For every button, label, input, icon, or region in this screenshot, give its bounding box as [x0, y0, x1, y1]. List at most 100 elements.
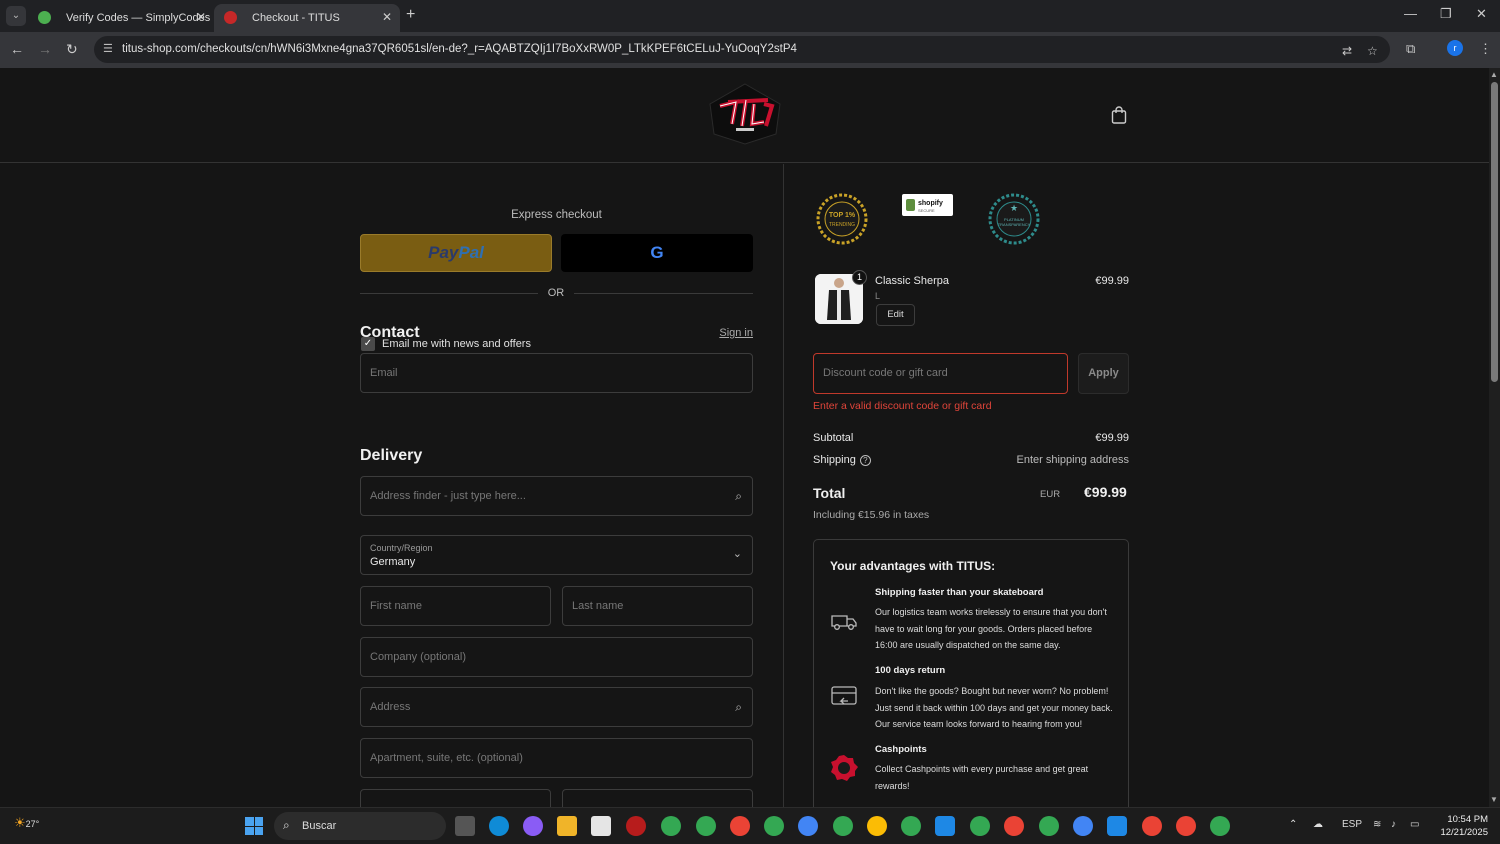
app-icon[interactable]: [1107, 816, 1127, 836]
svg-text:TRENDING: TRENDING: [829, 222, 855, 228]
chrome-icon[interactable]: [1176, 816, 1196, 836]
country-label: Country/Region: [370, 543, 433, 553]
chrome-icon[interactable]: [661, 816, 681, 836]
address-finder-input[interactable]: Address finder - just type here... ⌕: [360, 476, 753, 516]
address-field[interactable]: Address ⌕: [360, 687, 753, 727]
paypal-button[interactable]: PayPal: [360, 234, 552, 272]
company-field[interactable]: Company (optional): [360, 637, 753, 677]
scrollbar-thumb[interactable]: [1491, 82, 1498, 382]
close-tab-icon[interactable]: ✕: [382, 10, 392, 24]
chrome-icon[interactable]: [970, 816, 990, 836]
copilot-icon[interactable]: [523, 816, 543, 836]
chrome-icon[interactable]: [1004, 816, 1024, 836]
chrome-icon[interactable]: [1210, 816, 1230, 836]
cashpoints-icon: [831, 755, 858, 781]
site-info-icon[interactable]: ☰: [103, 42, 113, 55]
windows-start-icon[interactable]: [245, 817, 263, 835]
advantage-line: have to wait long for your goods. Orders…: [875, 623, 1093, 634]
top-trending-badge-icon: TOP 1% TRENDING: [816, 193, 868, 245]
security-shield-icon[interactable]: [935, 816, 955, 836]
address-placeholder: Address: [370, 701, 411, 713]
forward-icon[interactable]: →: [38, 41, 52, 57]
maximize-icon[interactable]: ❐: [1440, 6, 1452, 22]
sign-in-link[interactable]: Sign in: [700, 327, 753, 339]
chrome-icon[interactable]: [696, 816, 716, 836]
tab-search-icon[interactable]: ⌄: [6, 6, 26, 26]
titus-logo[interactable]: [706, 82, 784, 146]
news-checkbox-label[interactable]: Email me with news and offers: [382, 338, 531, 350]
wifi-icon[interactable]: ≋: [1373, 819, 1381, 830]
taskbar-clock[interactable]: 10:54 PM 12/21/2025: [1432, 813, 1488, 839]
minimize-icon[interactable]: —: [1404, 6, 1417, 21]
browser-menu-icon[interactable]: ⋮: [1479, 41, 1492, 57]
postal-code-field[interactable]: [360, 789, 551, 807]
city-field[interactable]: [562, 789, 753, 807]
google-pay-button[interactable]: G: [561, 234, 753, 272]
reload-icon[interactable]: ↻: [66, 41, 78, 58]
product-name: Classic Sherpa: [875, 275, 949, 287]
last-name-field[interactable]: Last name: [562, 586, 753, 626]
profile-avatar[interactable]: r: [1447, 40, 1463, 56]
chrome-icon[interactable]: [730, 816, 750, 836]
close-window-icon[interactable]: ✕: [1476, 6, 1487, 22]
country-select[interactable]: Country/Region Germany ⌄: [360, 535, 753, 575]
language-indicator[interactable]: ESP: [1342, 819, 1362, 830]
news-checkbox[interactable]: ✓: [361, 337, 375, 351]
close-tab-icon[interactable]: ✕: [196, 10, 206, 24]
tab-checkout[interactable]: Checkout - TITUS ✕: [214, 4, 400, 32]
edit-product-button[interactable]: Edit: [876, 304, 915, 326]
store-header: [0, 68, 1489, 163]
chrome-icon[interactable]: [867, 816, 887, 836]
column-divider: [783, 164, 784, 807]
tab-title: Checkout - TITUS: [252, 12, 340, 24]
advantage-title: 100 days return: [875, 665, 946, 676]
info-icon[interactable]: ?: [859, 455, 871, 466]
divider-right: [574, 293, 753, 294]
taskbar-search[interactable]: ⌕ Buscar: [274, 812, 446, 840]
advantage-line: 16:00 are usually dispatched on the same…: [875, 640, 1061, 650]
scroll-down-icon[interactable]: ▼: [1490, 795, 1498, 804]
extensions-icon[interactable]: ⧉: [1406, 41, 1415, 57]
apply-button[interactable]: Apply: [1078, 353, 1129, 394]
chrome-icon[interactable]: [1142, 816, 1162, 836]
simplycodes-favicon-icon: [38, 11, 51, 24]
url-text[interactable]: titus-shop.com/checkouts/cn/hWN6i3Mxne4g…: [122, 43, 797, 55]
discount-code-input[interactable]: Discount code or gift card: [813, 353, 1068, 394]
tab-verify-codes[interactable]: Verify Codes — SimplyCodes ✕: [28, 4, 214, 32]
chrome-icon[interactable]: [901, 816, 921, 836]
advantage-text: Our logistics team works tirelessly to e…: [875, 604, 1115, 654]
platinum-transparency-badge-icon: ★ PLATINUM TRANSPARENCY: [988, 193, 1040, 245]
battery-icon[interactable]: ▭: [1410, 819, 1419, 830]
back-icon[interactable]: ←: [10, 41, 24, 57]
weather-widget[interactable]: ☀27°: [14, 815, 39, 831]
chrome-icon[interactable]: [764, 816, 784, 836]
shipping-value: Enter shipping address: [1016, 454, 1129, 466]
chrome-icon[interactable]: [1039, 816, 1059, 836]
task-view-icon[interactable]: [455, 816, 475, 836]
file-explorer-icon[interactable]: [557, 816, 577, 836]
first-name-field[interactable]: First name: [360, 586, 551, 626]
translate-icon[interactable]: ⇄: [1342, 44, 1352, 58]
show-hidden-icons-icon[interactable]: ⌃: [1289, 819, 1297, 830]
bookmark-star-icon[interactable]: ☆: [1367, 44, 1378, 58]
chrome-icon[interactable]: [1073, 816, 1093, 836]
return-box-icon: [831, 686, 857, 705]
advantage-line: Just send it back within 100 days and ge…: [875, 702, 1113, 713]
shipping-label: Shipping: [813, 454, 856, 466]
shopping-bag-icon[interactable]: [1111, 106, 1127, 124]
edge-icon[interactable]: [489, 816, 509, 836]
new-tab-icon[interactable]: +: [406, 6, 415, 24]
chrome-icon[interactable]: [833, 816, 853, 836]
email-field[interactable]: Email: [360, 353, 753, 393]
store-icon[interactable]: [591, 816, 611, 836]
scroll-up-icon[interactable]: ▲: [1490, 70, 1498, 79]
quantity-badge: 1: [852, 270, 867, 285]
onedrive-icon[interactable]: ☁: [1313, 819, 1323, 830]
first-name-placeholder: First name: [370, 600, 422, 612]
volume-icon[interactable]: ♪: [1391, 819, 1396, 830]
address-bar[interactable]: ☰ titus-shop.com/checkouts/cn/hWN6i3Mxne…: [94, 36, 1390, 63]
apartment-field[interactable]: Apartment, suite, etc. (optional): [360, 738, 753, 778]
app-icon[interactable]: [626, 816, 646, 836]
page-scrollbar[interactable]: ▲ ▼: [1489, 68, 1500, 807]
chrome-icon[interactable]: [798, 816, 818, 836]
